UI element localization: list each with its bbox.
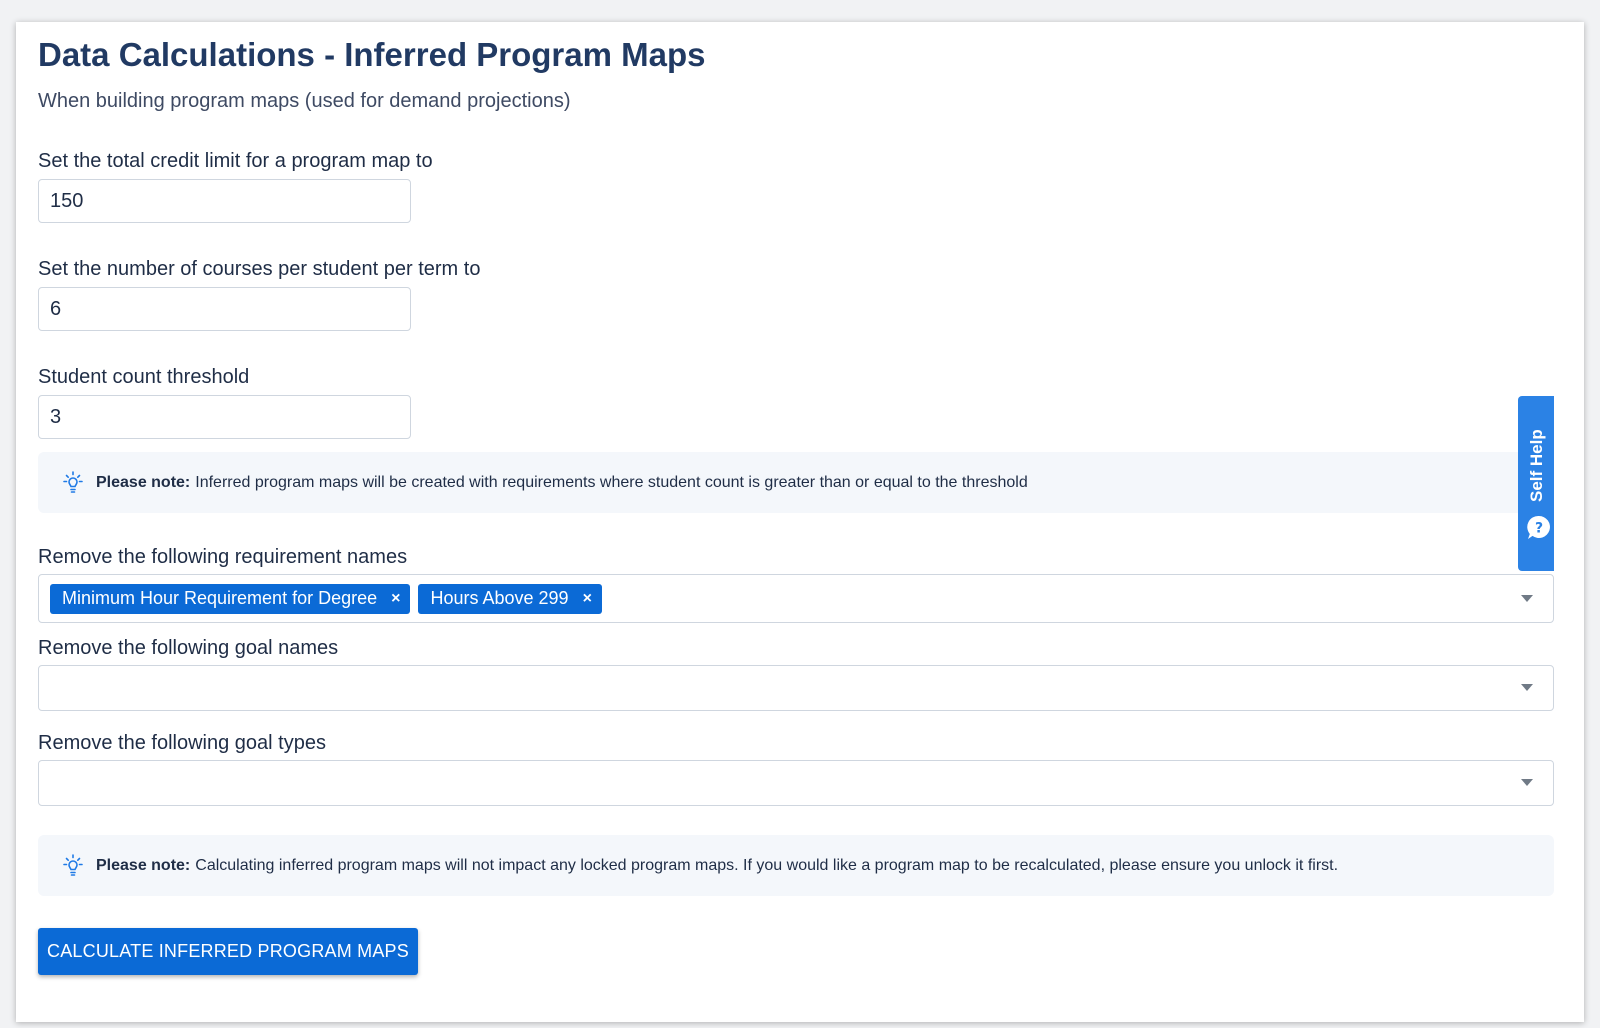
- lightbulb-icon: [63, 853, 83, 876]
- threshold-note: Please note: Inferred program maps will …: [38, 452, 1554, 513]
- student-threshold-label: Student count threshold: [38, 366, 250, 388]
- lightbulb-icon: [63, 470, 83, 493]
- credit-limit-input[interactable]: [38, 179, 411, 223]
- student-threshold-input[interactable]: [38, 395, 411, 439]
- page-title: Data Calculations - Inferred Program Map…: [38, 36, 706, 73]
- page-subtitle: When building program maps (used for dem…: [38, 90, 571, 112]
- locked-maps-note: Please note: Calculating inferred progra…: [38, 835, 1554, 896]
- chevron-down-icon[interactable]: [1521, 779, 1533, 786]
- note-text: Inferred program maps will be created wi…: [195, 473, 1028, 491]
- note-prefix: Please note:: [96, 473, 191, 491]
- courses-per-term-input[interactable]: [38, 287, 411, 331]
- requirement-chip: Minimum Hour Requirement for Degree ×: [50, 583, 411, 614]
- svg-text:?: ?: [1535, 521, 1543, 537]
- settings-card: Data Calculations - Inferred Program Map…: [16, 22, 1584, 1022]
- self-help-label: Self Help: [1527, 429, 1546, 502]
- chip-remove-icon[interactable]: ×: [583, 590, 592, 608]
- chevron-down-icon[interactable]: [1521, 684, 1533, 691]
- requirement-names-label: Remove the following requirement names: [38, 546, 408, 568]
- requirement-chip: Hours Above 299 ×: [418, 583, 602, 614]
- credit-limit-label: Set the total credit limit for a program…: [38, 150, 433, 172]
- goal-types-label: Remove the following goal types: [38, 732, 326, 754]
- calculate-button[interactable]: CALCULATE INFERRED PROGRAM MAPS: [38, 928, 418, 975]
- goal-names-select[interactable]: [38, 665, 1554, 711]
- self-help-tab[interactable]: Self Help ?: [1518, 396, 1554, 571]
- chevron-down-icon[interactable]: [1521, 594, 1533, 602]
- note-prefix: Please note:: [96, 856, 191, 874]
- chip-remove-icon[interactable]: ×: [391, 590, 400, 608]
- chip-label: Minimum Hour Requirement for Degree: [62, 588, 378, 608]
- question-chat-icon: ?: [1527, 515, 1550, 539]
- chip-label: Hours Above 299: [430, 588, 569, 608]
- goal-names-label: Remove the following goal names: [38, 637, 339, 659]
- courses-per-term-label: Set the number of courses per student pe…: [38, 258, 481, 280]
- requirement-names-select[interactable]: Minimum Hour Requirement for Degree × Ho…: [38, 574, 1554, 623]
- note-text: Calculating inferred program maps will n…: [195, 856, 1339, 874]
- goal-types-select[interactable]: [38, 760, 1554, 806]
